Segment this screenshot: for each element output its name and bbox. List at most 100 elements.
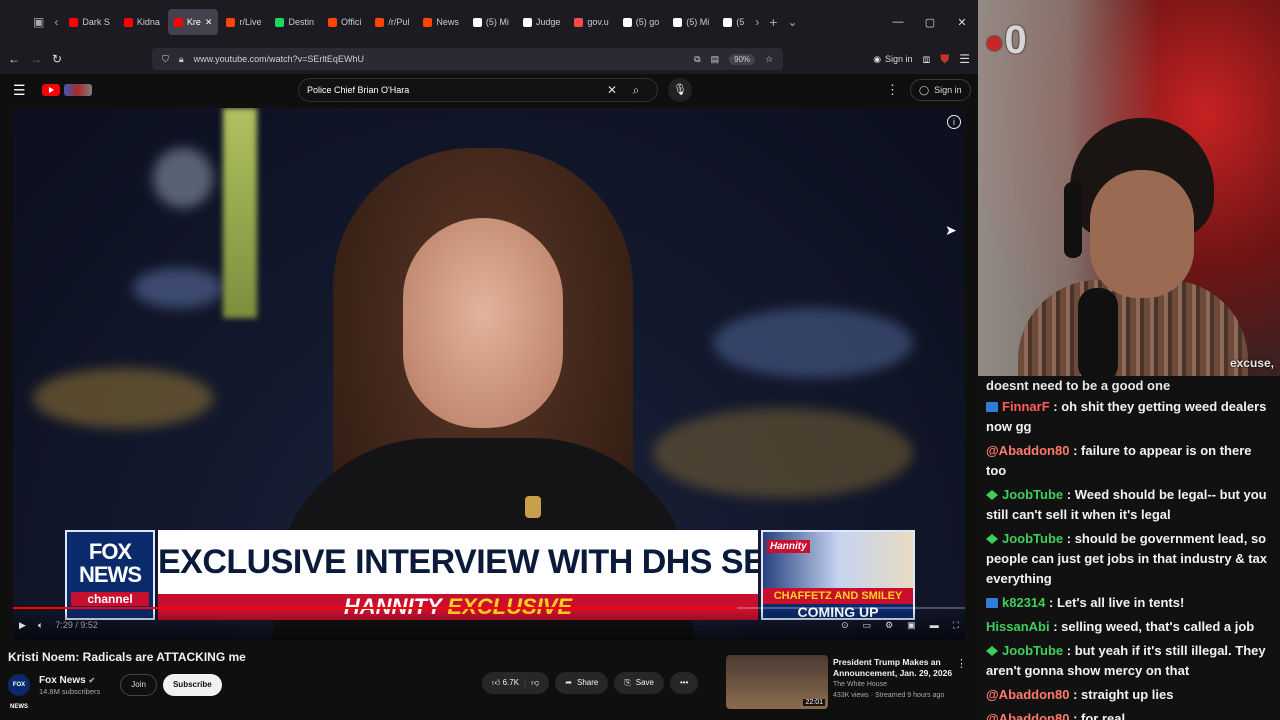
video-progress-bar[interactable] <box>13 607 965 609</box>
browser-tab[interactable]: News <box>417 9 465 35</box>
close-tab-icon[interactable]: ✕ <box>205 17 213 28</box>
search-icon[interactable]: ⌕ <box>623 83 649 98</box>
new-tab-icon[interactable]: + <box>764 14 782 30</box>
chat-username[interactable]: @Abaddon80 <box>986 443 1069 458</box>
shield-icon[interactable]: ⛉ <box>162 54 169 65</box>
fullscreen-icon[interactable]: ⛶ <box>953 620 959 631</box>
chat-username[interactable]: JoobTube <box>1002 531 1063 546</box>
chat-username[interactable]: k82314 <box>1002 595 1045 610</box>
tab-label: Judge <box>535 17 561 27</box>
tab-list-icon[interactable]: ▣ <box>28 15 49 29</box>
autoplay-toggle-icon[interactable]: ⊙ <box>841 620 849 631</box>
browser-tab[interactable]: Kre ✕ <box>167 9 219 35</box>
youtube-doodle[interactable] <box>63 84 92 96</box>
browser-tab[interactable]: (5) go <box>617 9 666 35</box>
browser-tab[interactable]: Destin <box>269 9 320 35</box>
address-bar[interactable]: ⛉ 🔒︎ www.youtube.com/watch?v=SErltEqEWhU… <box>152 48 784 70</box>
browser-tab-bar: ▣ ‹ Dark S Kidna Kre ✕ r/Live Destin Offici/r/… <box>0 0 978 44</box>
app-menu-icon[interactable]: ☰ <box>959 52 970 66</box>
chat-message: @Abaddon80 : failure to appear is on the… <box>986 441 1274 481</box>
chat-message: @Abaddon80 : for real <box>986 709 1274 720</box>
tab-favicon-icon <box>69 17 79 27</box>
chat-username[interactable]: HissanAbi <box>986 619 1050 634</box>
more-dots-icon: ••• <box>679 678 689 687</box>
chat-message: k82314 : Let's all live in tents! <box>986 593 1274 613</box>
miniplayer-icon[interactable]: ▣ <box>907 620 916 631</box>
volume-icon[interactable]: 🔈︎ <box>38 620 43 631</box>
browser-tab[interactable]: Judge <box>517 9 567 35</box>
city-light <box>133 268 223 308</box>
info-icon[interactable]: i <box>947 115 961 129</box>
counter-value: 0 <box>1004 18 1027 62</box>
close-window-icon[interactable]: ✕ <box>946 16 978 29</box>
join-button[interactable]: Join <box>120 674 157 696</box>
dislike-button[interactable]: 👎︎ <box>531 672 539 694</box>
video-player[interactable]: i FOX NEWS channel EXCLUSIVE INTERVIEW W… <box>13 108 965 640</box>
settings-gear-icon[interactable]: ⚙ <box>885 620 893 631</box>
promo-photo: Hannity <box>763 532 913 588</box>
channel-avatar[interactable]: FOX NEWS <box>8 674 30 710</box>
tab-scroll-left-icon[interactable]: ‹ <box>49 15 63 29</box>
tab-scroll-right-icon[interactable]: › <box>750 15 764 29</box>
chat-username[interactable]: @Abaddon80 <box>986 687 1069 702</box>
settings-kebab-icon[interactable]: ⋮ <box>886 82 899 98</box>
tab-favicon-icon <box>622 17 632 27</box>
reload-icon[interactable]: ↻ <box>52 52 62 66</box>
tab-label: (5) Mi <box>686 17 710 27</box>
tab-strip: Dark S Kidna Kre ✕ r/Live Destin Offici/r/Pul N… <box>63 9 750 35</box>
captions-icon[interactable]: ▭ <box>863 620 872 631</box>
microphone-icon[interactable]: 🎙︎ <box>668 78 692 102</box>
chat-message: JoobTube : Weed should be legal-- but yo… <box>986 485 1274 525</box>
browser-tab[interactable]: /r/Pul <box>369 9 415 35</box>
reader-view-icon[interactable]: ▤ <box>711 54 720 65</box>
tab-label: News <box>436 17 459 27</box>
channel-name[interactable]: Fox News ✔ <box>39 675 100 686</box>
minimize-icon[interactable]: — <box>882 16 914 29</box>
hamburger-menu-icon[interactable]: ☰ <box>13 82 26 99</box>
browser-tab[interactable]: Dark S <box>63 9 116 35</box>
recommended-video[interactable]: 22:01 President Trump Makes an Announcem… <box>726 655 971 711</box>
browser-tab[interactable]: Kidna <box>118 9 166 35</box>
youtube-logo-icon[interactable] <box>41 84 60 96</box>
browser-tab[interactable]: (5) Mi <box>467 9 515 35</box>
tab-overflow-chevron-icon[interactable]: ⌄ <box>782 15 802 29</box>
recommended-more-icon[interactable]: ⋮ <box>956 657 967 670</box>
like-button[interactable]: 👍︎ 6.7K <box>492 672 519 694</box>
bookmark-star-icon[interactable]: ☆ <box>765 54 773 65</box>
picture-in-picture-icon[interactable]: ⧉ <box>694 54 700 65</box>
recommended-title[interactable]: President Trump Makes an Announcement, J… <box>833 657 955 679</box>
maximize-icon[interactable]: ▢ <box>914 16 946 29</box>
extensions-icon[interactable]: ⧈ <box>923 52 931 67</box>
chat-username[interactable]: JoobTube <box>1002 487 1063 502</box>
more-actions-button[interactable]: ••• <box>669 672 699 694</box>
tab-label: r/Live <box>239 17 262 27</box>
save-button[interactable]: ⎘ Save <box>614 672 664 694</box>
zoom-level-badge[interactable]: 90% <box>729 53 756 65</box>
youtube-signin-button[interactable]: ◯ Sign in <box>910 79 971 101</box>
browser-tab[interactable]: Offici <box>322 9 367 35</box>
browser-tab[interactable]: (5) Mi <box>667 9 715 35</box>
webcam-caption: excuse, <box>1229 356 1274 370</box>
chat-username[interactable]: FinnarF <box>1002 399 1050 414</box>
tab-favicon-icon <box>522 17 532 27</box>
play-icon[interactable]: ▶ <box>19 620 26 631</box>
browser-tab[interactable]: r/Live <box>220 9 267 35</box>
subscribe-button[interactable]: Subscribe <box>162 674 222 696</box>
browser-tab[interactable]: gov.u <box>568 9 614 35</box>
tab-label: /r/Pul <box>388 17 410 27</box>
chat-username[interactable]: JoobTube <box>1002 643 1063 658</box>
gem-badge-icon <box>986 534 998 544</box>
browser-tab[interactable]: (5 <box>717 9 750 35</box>
back-icon[interactable]: ← <box>8 52 20 66</box>
thumbs-up-icon: 👍︎ <box>492 678 501 687</box>
theater-mode-icon[interactable]: ▬ <box>930 620 939 631</box>
thumbs-down-icon: 👎︎ <box>531 678 540 687</box>
clear-search-icon[interactable]: ✕ <box>601 83 623 97</box>
forward-icon[interactable]: → <box>30 52 42 66</box>
browser-signin-button[interactable]: ◉ Sign in <box>873 54 912 65</box>
chat-username[interactable]: @Abaddon80 <box>986 711 1069 720</box>
share-button[interactable]: ➦ Share <box>555 672 609 694</box>
recommended-thumbnail[interactable]: 22:01 <box>726 655 828 709</box>
search-input[interactable]: Police Chief Brian O'Hara <box>307 85 601 95</box>
ublock-icon[interactable]: ⛊ <box>940 52 949 67</box>
